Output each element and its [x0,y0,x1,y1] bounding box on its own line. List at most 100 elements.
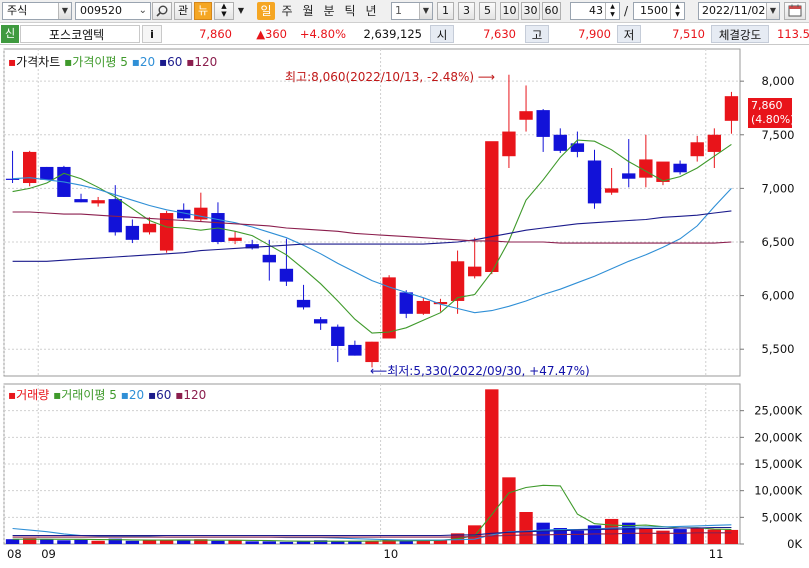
price-ma120-label: ▪120 [186,55,218,69]
price-candle [553,134,567,151]
volume-bar [604,518,619,544]
stock-info-button[interactable]: i [142,25,162,43]
price-candle [365,341,379,363]
price-candle [125,225,140,240]
legend-marker: ▪ [8,388,17,402]
price-candle [656,161,670,182]
interval-select-value: 1 [395,4,402,17]
price-legend: ▪가격차트 ▪가격이평 5 ▪20 ▪60 ▪120 [8,53,217,70]
price-candle [262,254,276,263]
period-tick-tab[interactable]: 틱 [342,1,358,21]
volume-axis-label: 20,000K [754,430,802,444]
chevron-down-icon[interactable]: ▼ [419,3,432,19]
chart-svg[interactable]: 8,000 7,500 7,000 6,500 6,000 5,500 25,000K 20,… [0,46,809,565]
visible-count-value: 43 [589,4,603,17]
high-label: 고 [525,25,549,43]
price-candle [707,134,722,152]
volume-bar [228,540,242,544]
chevron-down-icon[interactable]: ▼ [58,3,71,19]
volume-bar [502,477,516,544]
arrow-down-icon[interactable]: ▼ [215,10,233,19]
search-button[interactable] [152,2,172,20]
open-value: 7,630 [483,27,516,41]
volume-bar [587,525,602,544]
code-stepper[interactable]: ▲ ▼ [214,2,234,20]
volume-bar [707,529,722,544]
interval-30-button[interactable]: 30 [521,2,540,20]
volume-bar [279,541,294,544]
volume-ma120-label: ▪120 [175,388,207,402]
calendar-icon [788,4,802,17]
calendar-button[interactable] [784,2,806,20]
price-candle [536,110,550,137]
period-minute-tab[interactable]: 분 [321,1,337,21]
news-button[interactable]: 뉴 [194,2,212,20]
price-candle [348,344,362,356]
current-price-marker-pct: (4.80%) [751,113,795,126]
interval-3-button[interactable]: 3 [458,2,475,20]
volume-bar [673,529,687,544]
chart-area[interactable]: 8,000 7,500 7,000 6,500 6,000 5,500 25,000K 20,… [0,46,809,565]
volume-bar [142,540,157,544]
volume-bar [245,541,259,544]
volume-bar [262,541,276,544]
date-axis-label: 11 [709,547,724,561]
volume-bar [519,512,533,544]
count-separator: / [623,4,629,18]
period-week-tab[interactable]: 주 [279,1,295,21]
price-ma60-label: ▪60 [159,55,183,69]
interval-select[interactable]: 1 ▼ [391,2,433,20]
chevron-down-icon[interactable]: ▼ [235,1,247,21]
price-candle [399,292,413,314]
volume-bar [690,528,704,544]
interval-60-button[interactable]: 60 [542,2,561,20]
toolbar: 주식 ▼ 009520 ⌄ 관 뉴 ▲ ▼ ▼ 일 주 월 분 틱 년 1 ▼ … [0,0,809,23]
price-candle [416,300,431,314]
price-candle [74,199,88,203]
low-annotation: ⟵최저:5,330(2022/09/30, +47.47%) [370,364,590,378]
volume-bar [74,539,88,544]
price-candle [331,326,345,346]
volume-bar [5,539,20,544]
total-stepper[interactable]: ▲ ▼ [670,3,684,19]
market-select[interactable]: 주식 ▼ [2,2,72,20]
interval-1-button[interactable]: 1 [437,2,454,20]
count-stepper[interactable]: ▲ ▼ [605,3,619,19]
volume-legend-title: 거래량 [16,388,50,402]
price-candle [91,200,105,204]
date-select[interactable]: 2022/11/02 ▼ [698,2,780,20]
quote-bar: 신 포스코엠텍 i 7,860 ▲360 +4.80% 2,639,125 시 … [0,23,809,45]
date-axis-label: 08 [7,547,22,561]
current-price: 7,860 [199,27,232,41]
volume-ma-label: ▪거래이평 5 [53,388,117,402]
visible-count-input[interactable]: 43 ▲ ▼ [570,2,620,20]
volume-bar [416,540,431,544]
period-day-tab[interactable]: 일 [257,2,275,20]
period-year-tab[interactable]: 년 [363,1,379,21]
low-value: 7,510 [672,27,705,41]
volume-axis-label: 0K [787,537,802,551]
chevron-down-icon[interactable]: ⌄ [139,3,147,19]
volume-axis-label: 5,000K [762,510,803,524]
total-count-input[interactable]: 1500 ▲ ▼ [633,2,685,20]
strength-value: 113.5 [777,27,809,41]
volume-axis-label: 15,000K [754,457,802,471]
price-candle [228,237,242,241]
interval-10-button[interactable]: 10 [500,2,519,20]
volume-legend: ▪거래량 ▪거래이평 5 ▪20 ▪60 ▪120 [8,386,206,403]
stock-code-input[interactable]: 009520 ⌄ [75,2,151,20]
volume-axis-label: 10,000K [754,484,802,498]
volume-bar [639,528,653,544]
date-select-value: 2022/11/02 [702,4,766,17]
change-percent: +4.80% [299,27,346,41]
period-month-tab[interactable]: 월 [300,1,316,21]
open-label: 시 [430,25,454,43]
high-value: 7,900 [578,27,611,41]
volume-bar [211,540,225,544]
price-candle [40,166,54,180]
volume-bar [91,540,105,544]
chevron-down-icon[interactable]: ▼ [766,3,779,19]
interval-5-button[interactable]: 5 [479,2,496,20]
interest-button[interactable]: 관 [174,2,192,20]
price-axis-label: 6,500 [762,235,795,249]
